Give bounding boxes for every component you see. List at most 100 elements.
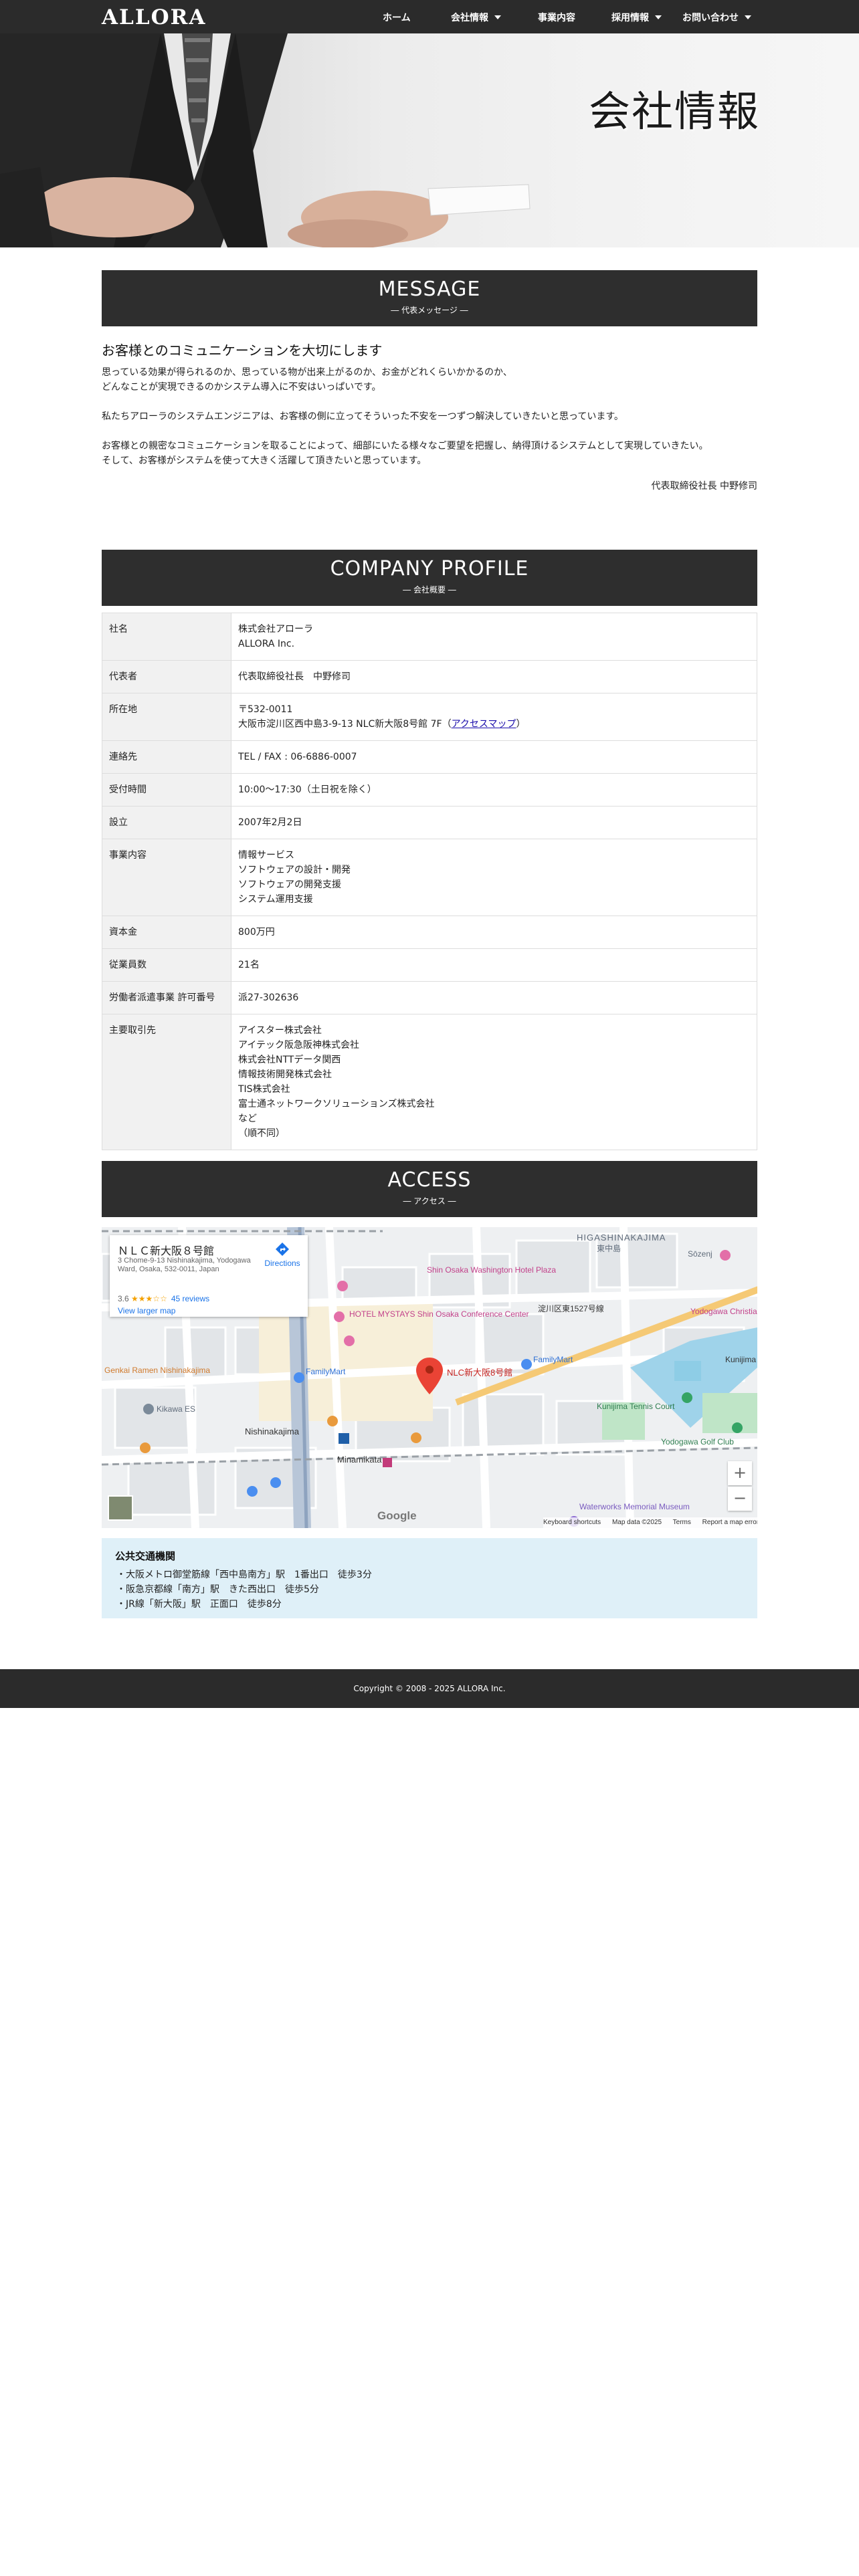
value-line: （順不同） [238, 1128, 285, 1139]
row-label: 社名 [102, 613, 231, 661]
map-label: Kikawa ES [157, 1404, 195, 1414]
map-label: Minamikata [337, 1455, 382, 1465]
zoom-out-button[interactable]: − [728, 1487, 752, 1511]
map-label: Yodogawa Christian Hospital [690, 1307, 757, 1316]
place-rating: 3.6 ★★★☆☆ 45 reviews [118, 1294, 209, 1303]
table-row: 受付時間 10:00〜17:30（土日祝を除く） [102, 773, 757, 807]
row-value: アイスター株式会社 アイテック阪急阪神株式会社 株式会社NTTデータ関西 情報技術開発… [231, 1014, 757, 1150]
transit-info-box: 公共交通機関 ・大阪メトロ御堂筋線「西中島南方」駅 1番出口 徒歩3分 ・阪急京… [102, 1538, 757, 1618]
caret-down-icon [494, 15, 501, 19]
place-address: 3 Chome-9-13 Nishinakajima, Yodogawa War… [118, 1257, 251, 1273]
nav-item-home[interactable]: ホーム [383, 11, 411, 24]
report-error-link[interactable]: Report a map error [702, 1519, 757, 1526]
directions-label: Directions [264, 1259, 300, 1268]
value-line: TEL / FAX : 06-6886-0007 [238, 752, 357, 762]
transit-line: ・JR線「新大阪」駅 正面口 徒歩8分 [116, 1599, 282, 1610]
row-value: 10:00〜17:30（土日祝を除く） [231, 773, 757, 807]
access-map-link[interactable]: アクセスマップ [452, 719, 516, 730]
section-title: MESSAGE [378, 278, 481, 301]
value-line: 代表取締役社長 中野修司 [238, 671, 351, 682]
message-line: どんなことが実現できるのかシステム導入に不安はいっぱいです。 [102, 382, 381, 393]
value-line: 10:00〜17:30（土日祝を除く） [238, 784, 377, 795]
address-text: 大阪市淀川区西中島3-9-13 NLC新大阪8号館 7F [238, 719, 442, 730]
value-line: 800万円 [238, 927, 275, 938]
nav-label: 会社情報 [451, 13, 488, 23]
row-value: 21名 [231, 948, 757, 982]
nav-item-company[interactable]: 会社情報 [451, 11, 501, 24]
table-row: 代表者 代表取締役社長 中野修司 [102, 660, 757, 693]
place-info-card: ＮＬＣ新大阪８号館 3 Chome-9-13 Nishinakajima, Yo… [110, 1235, 308, 1317]
value-line: TIS株式会社 [238, 1084, 290, 1095]
table-row: 設立 2007年2月2日 [102, 806, 757, 839]
access-section-header: ACCESS ― アクセス ― [102, 1161, 757, 1217]
table-row: 労働者派遣事業 許可番号 派27-302636 [102, 981, 757, 1014]
message-heading: お客様とのコミュニケーションを大切にします [102, 342, 383, 358]
map-label: HOTEL MYSTAYS Shin Osaka Conference Cent… [349, 1309, 529, 1319]
view-larger-map-link[interactable]: View larger map [118, 1306, 175, 1315]
value-line: 派27-302636 [238, 992, 299, 1003]
value-line: 〒532-0011 [238, 704, 293, 715]
value-line: 大阪市淀川区西中島3-9-13 NLC新大阪8号館 7F（アクセスマップ） [238, 719, 526, 730]
value-line: アイスター株式会社 [238, 1025, 322, 1036]
map-label: 淀川区東1527号線 [538, 1303, 604, 1313]
message-line: お客様との親密なコミュニケーションを取ることによって、細部にいたる様々なご要望を… [102, 441, 708, 451]
value-line: システム運用支援 [238, 894, 313, 905]
map-label: Kunijima Tennis Court [597, 1402, 675, 1411]
keyboard-shortcuts-link[interactable]: Keyboard shortcuts [543, 1519, 601, 1526]
map-label: Shin Osaka Washington Hotel Plaza [427, 1265, 556, 1275]
table-row: 資本金 800万円 [102, 916, 757, 949]
map-label: Sōzenj [688, 1249, 712, 1259]
table-row: 従業員数 21名 [102, 948, 757, 982]
row-value: 〒532-0011 大阪市淀川区西中島3-9-13 NLC新大阪8号館 7F（アク… [231, 693, 757, 741]
google-logo: Google [377, 1509, 417, 1522]
navbar: ALLORA ホーム 会社情報 事業内容 採用情報 お問い合わせ [0, 0, 859, 33]
marker-label: NLC新大阪8号館 [447, 1368, 512, 1378]
message-section-header: MESSAGE ― 代表メッセージ ― [102, 270, 757, 326]
nav-item-recruit[interactable]: 採用情報 [611, 11, 662, 24]
site-footer: Copyright © 2008 - 2025 ALLORA Inc. [0, 1669, 859, 1708]
star-icon: ★★★☆☆ [131, 1294, 167, 1303]
value-line: 2007年2月2日 [238, 817, 302, 828]
table-row: 社名 株式会社アローラ ALLORA Inc. [102, 613, 757, 661]
place-name: ＮＬＣ新大阪８号館 [118, 1246, 215, 1257]
value-line: ALLORA Inc. [238, 639, 295, 649]
message-signature: 代表取締役社長 中野修司 [651, 481, 757, 492]
row-label: 代表者 [102, 660, 231, 693]
table-row: 主要取引先 アイスター株式会社 アイテック阪急阪神株式会社 株式会社NTTデータ関西… [102, 1014, 757, 1150]
nav-label: 事業内容 [538, 13, 575, 23]
google-map-embed[interactable]: HIGASHINAKAJIMA 東中島 Nishinakajima Minami… [102, 1227, 757, 1528]
map-label: Waterworks Memorial Museum [579, 1502, 690, 1511]
value-line: ソフトウェアの開発支援 [238, 879, 341, 890]
nav-label: ホーム [383, 13, 411, 23]
profile-section-header: COMPANY PROFILE ― 会社概要 ― [102, 550, 757, 606]
message-paragraph: 私たちアローラのシステムエンジニアは、お客様の側に立ってそういった不安を一つずつ… [102, 409, 757, 424]
hero-banner: 会社情報 [0, 33, 859, 247]
row-label: 受付時間 [102, 773, 231, 807]
site-logo[interactable]: ALLORA [102, 5, 206, 29]
section-subtitle: ― 代表メッセージ ― [391, 306, 468, 315]
reviews-link[interactable]: 45 reviews [171, 1294, 209, 1303]
section-title: COMPANY PROFILE [330, 557, 529, 580]
map-attribution: Keyboard shortcuts Map data ©2025 Terms … [543, 1517, 757, 1528]
row-label: 資本金 [102, 916, 231, 949]
row-value: 派27-302636 [231, 981, 757, 1014]
nav-item-business[interactable]: 事業内容 [538, 11, 575, 24]
terms-link[interactable]: Terms [673, 1519, 691, 1526]
map-label: Kunijima [725, 1355, 756, 1364]
value-line: ソフトウェアの設計・開発 [238, 865, 351, 875]
row-value: TEL / FAX : 06-6886-0007 [231, 740, 757, 774]
directions-button[interactable]: Directions [264, 1242, 301, 1268]
value-line: など [238, 1113, 257, 1124]
table-row: 所在地 〒532-0011 大阪市淀川区西中島3-9-13 NLC新大阪8号館 7… [102, 693, 757, 741]
row-value: 株式会社アローラ ALLORA Inc. [231, 613, 757, 661]
value-line: 情報サービス [238, 850, 294, 861]
zoom-in-button[interactable]: + [728, 1461, 752, 1485]
row-value: 800万円 [231, 916, 757, 949]
row-label: 主要取引先 [102, 1014, 231, 1150]
map-label: FamilyMart [533, 1355, 573, 1364]
value-line: アイテック阪急阪神株式会社 [238, 1040, 360, 1051]
row-label: 設立 [102, 806, 231, 839]
nav-item-contact[interactable]: お問い合わせ [682, 11, 751, 24]
map-label: Nishinakajima [245, 1426, 300, 1436]
row-label: 従業員数 [102, 948, 231, 982]
